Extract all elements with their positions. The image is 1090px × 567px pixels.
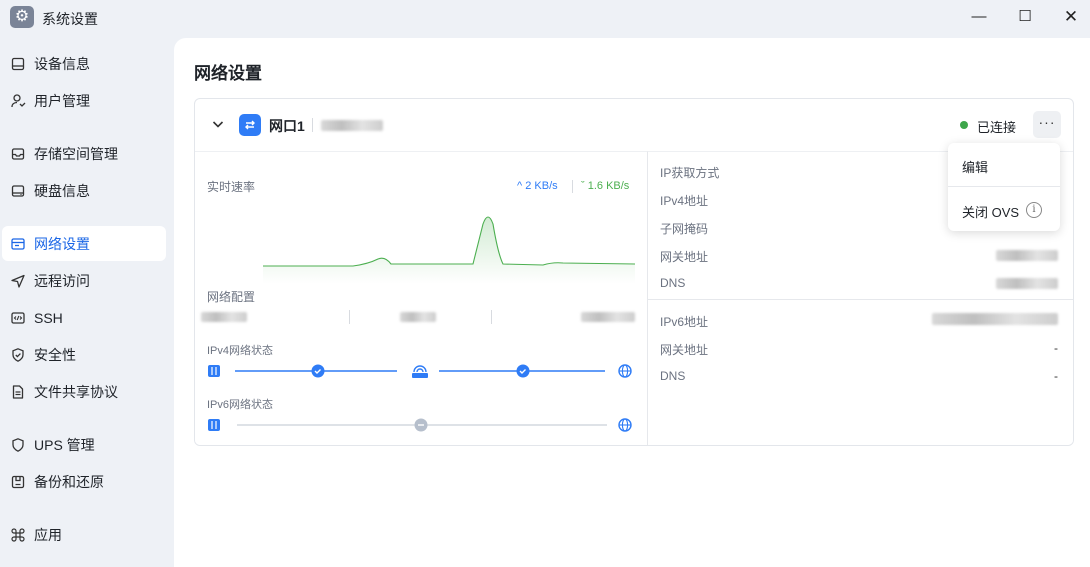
code-icon (10, 310, 26, 326)
sidebar-item-backup[interactable]: 备份和还原 (2, 464, 166, 499)
close-button[interactable]: ✕ (1056, 5, 1086, 29)
sidebar-item-label: 设备信息 (34, 55, 90, 72)
redacted-config-1 (201, 312, 247, 322)
title-bar: ⚙ 系统设置 — ☐ ✕ (0, 0, 1090, 34)
sidebar-item-users[interactable]: 用户管理 (2, 83, 166, 118)
divider (948, 186, 1060, 187)
connection-status: 已连接 (977, 120, 1017, 135)
detail-label: IPv4地址 (660, 194, 709, 208)
sidebar-item-label: 文件共享协议 (34, 383, 118, 400)
sidebar-item-apps[interactable]: 应用 (2, 517, 166, 552)
config-label: 网络配置 (207, 290, 256, 304)
detail-label: DNS (660, 276, 686, 290)
ipv4-status-track (208, 364, 632, 378)
minimize-button[interactable]: — (964, 5, 994, 29)
redacted-mac (321, 120, 383, 131)
network-icon (10, 236, 26, 252)
sidebar-item-label: 远程访问 (34, 272, 90, 289)
detail-label: IP获取方式 (660, 166, 720, 180)
menu-item-edit[interactable]: 编辑 (962, 157, 988, 176)
sidebar-item-label: SSH (34, 309, 63, 326)
gear-icon: ⚙ (10, 6, 34, 28)
redacted-config-2 (400, 312, 436, 322)
download-rate-value: 1.6 KB/s (587, 180, 630, 192)
user-icon (10, 93, 26, 109)
detail-value: - (1054, 341, 1058, 355)
detail-label: 网关地址 (660, 343, 709, 357)
more-menu: 编辑 关闭 OVS i (948, 143, 1060, 231)
more-button[interactable]: ··· (1033, 111, 1061, 138)
divider (572, 180, 573, 193)
redacted-gateway (996, 250, 1058, 261)
card-header[interactable]: 网口1 已连接 ··· (195, 99, 1073, 151)
sidebar-item-label: UPS 管理 (34, 436, 95, 453)
upload-rate: ^ 2 KB/s (517, 180, 558, 192)
port-name: 网口1 (269, 118, 305, 134)
ipv4-status-label: IPv4网络状态 (207, 345, 274, 357)
ipv6-status-label: IPv6网络状态 (207, 399, 274, 411)
detail-value: - (1054, 369, 1058, 383)
divider (491, 310, 492, 324)
sidebar-item-label: 备份和还原 (34, 473, 104, 490)
redacted-config-3 (581, 312, 635, 322)
detail-label: 子网掩码 (660, 222, 709, 236)
divider (648, 299, 1073, 300)
upload-rate-value: 2 KB/s (525, 180, 558, 192)
sidebar-item-label: 网络设置 (34, 235, 90, 252)
status-dot (960, 121, 968, 129)
detail-label: 网关地址 (660, 250, 709, 264)
shield-icon (10, 347, 26, 363)
divider (312, 118, 313, 132)
storage-icon (10, 146, 26, 162)
info-icon[interactable]: i (1026, 202, 1042, 218)
detail-label: DNS (660, 369, 686, 383)
sidebar-item-label: 硬盘信息 (34, 182, 90, 199)
sidebar: 设备信息 用户管理 存储空间管理 硬盘信息 网络设置 远程访问 SSH 安全性 … (0, 38, 174, 567)
download-rate: ˇ 1.6 KB/s (581, 180, 630, 192)
nas-icon (208, 419, 220, 431)
speed-line (263, 216, 635, 267)
nas-icon (208, 365, 220, 377)
backup-icon (10, 474, 26, 490)
detail-label: IPv6地址 (660, 315, 709, 329)
sidebar-item-file-sharing[interactable]: 文件共享协议 (2, 374, 166, 409)
speed-label: 实时速率 (207, 180, 256, 194)
sidebar-item-ssh[interactable]: SSH (2, 300, 166, 335)
file-icon (10, 384, 26, 400)
menu-item-close-ovs[interactable]: 关闭 OVS (962, 202, 1019, 221)
ups-shield-icon (10, 437, 26, 453)
sidebar-item-label: 存储空间管理 (34, 145, 118, 162)
sidebar-item-label: 用户管理 (34, 92, 90, 109)
sidebar-item-device-info[interactable]: 设备信息 (2, 46, 166, 81)
sidebar-item-label: 应用 (34, 526, 62, 543)
main-panel: 网络设置 网口1 已连接 ··· 实时速率 ^ 2 KB/s ˇ 1.6 KB/… (174, 38, 1090, 567)
check-icon (516, 364, 530, 378)
chevron-down-icon[interactable] (211, 117, 225, 131)
check-icon (311, 364, 325, 378)
traffic-pane: 实时速率 ^ 2 KB/s ˇ 1.6 KB/s 网络配置 IPv4网络状态 I… (195, 151, 647, 445)
ipv6-status-track (208, 418, 632, 432)
speed-area (263, 217, 635, 284)
sidebar-item-security[interactable]: 安全性 (2, 337, 166, 372)
port-swap-icon (239, 114, 261, 136)
redacted-dns (996, 278, 1058, 289)
device-icon (10, 56, 26, 72)
page-title: 网络设置 (194, 64, 262, 83)
sidebar-item-network[interactable]: 网络设置 (2, 226, 166, 261)
divider (349, 310, 350, 324)
send-icon (10, 273, 26, 289)
speed-chart (263, 216, 635, 284)
sidebar-item-remote-access[interactable]: 远程访问 (2, 263, 166, 298)
network-port-card: 网口1 已连接 ··· 实时速率 ^ 2 KB/s ˇ 1.6 KB/s 网络配… (194, 98, 1074, 446)
redacted-ipv6 (932, 313, 1058, 325)
command-icon (10, 527, 26, 543)
window-title: 系统设置 (42, 11, 98, 27)
disk-icon (10, 183, 26, 199)
sidebar-item-ups[interactable]: UPS 管理 (2, 427, 166, 462)
sidebar-item-storage[interactable]: 存储空间管理 (2, 136, 166, 171)
sidebar-item-label: 安全性 (34, 346, 76, 363)
sidebar-item-disk[interactable]: 硬盘信息 (2, 173, 166, 208)
maximize-button[interactable]: ☐ (1010, 5, 1040, 29)
